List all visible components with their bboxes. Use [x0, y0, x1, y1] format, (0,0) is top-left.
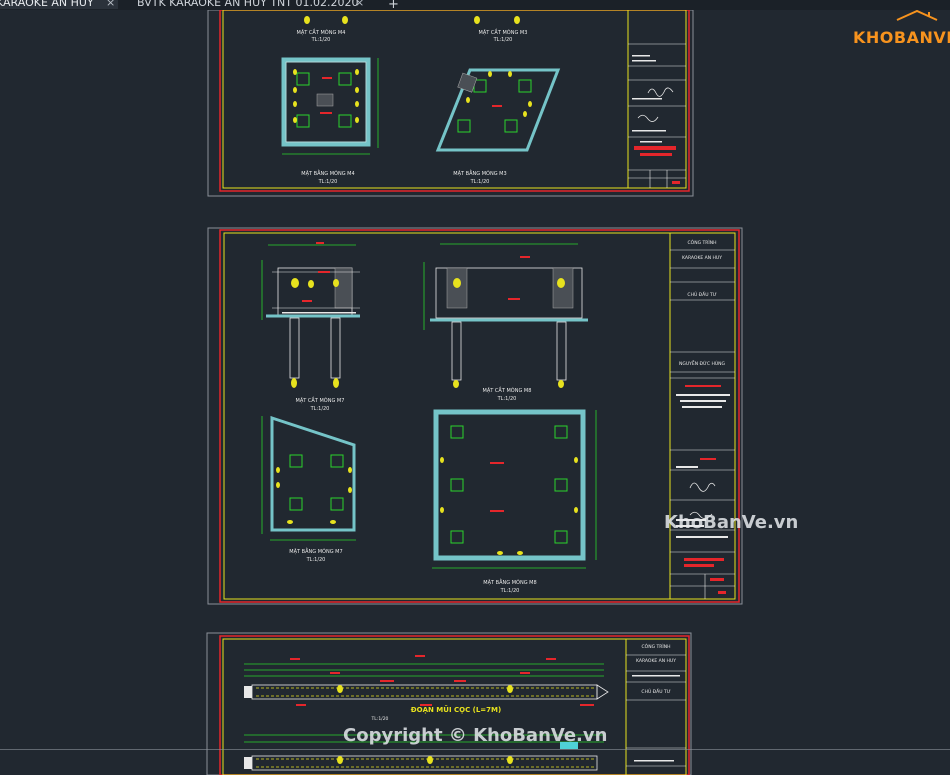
tb3-project-name: KARAOKE AN HUY	[636, 658, 676, 664]
sheet-2: CÔNG TRÌNH KARAOKE AN HUY CHỦ ĐẦU TƯ NGU…	[207, 227, 743, 605]
watermark-bottom: Copyright © KhoBanVe.vn	[343, 725, 608, 746]
scale-plan-m7: TL:1/20	[306, 557, 326, 563]
tab-label: KARAOKE AN HUY	[0, 0, 94, 9]
title-section-m8: MẶT CẮT MÓNG M8	[483, 386, 532, 394]
tab-bar: KARAOKE AN HUY × BVTK KARAOKE AN HUY TNT…	[0, 0, 950, 12]
scale-plan-m8: TL:1/20	[500, 588, 520, 594]
scale-section-m3: TL:1/20	[493, 37, 513, 43]
tab-bvtk-karaoke[interactable]: BVTK KARAOKE AN HUY TNT 01.02.2020 ×	[137, 0, 377, 9]
tb2-project-label: CÔNG TRÌNH	[688, 239, 717, 246]
tb3-owner-label: CHỦ ĐẦU TƯ	[641, 687, 670, 695]
title-plan-m8: MẶT BẰNG MÓNG M8	[483, 578, 536, 586]
pile-title: ĐOẠN MŨI CỌC (L=7M)	[411, 705, 501, 714]
title-section-m4: MẶT CẮT MÓNG M4	[297, 28, 346, 36]
pile-scale: TL:1/20	[371, 716, 389, 722]
tab-label: BVTK KARAOKE AN HUY TNT 01.02.2020	[137, 0, 359, 9]
sheet-1: MẶT CẮT MÓNG M4 TL:1/20 MẶT CẮT MÓNG M3 …	[207, 10, 694, 197]
title-plan-m4: MẶT BẰNG MÓNG M4	[301, 169, 354, 177]
scale-section-m7: TL:1/20	[310, 406, 330, 412]
tb2-owner-name: NGUYỄN ĐỨC HÙNG	[679, 359, 725, 367]
tab-close-icon[interactable]: ×	[106, 0, 115, 9]
title-plan-m7: MẶT BẰNG MÓNG M7	[289, 547, 342, 555]
watermark-middle: KhoBanVe.vn	[664, 512, 799, 533]
scale-section-m4: TL:1/20	[311, 37, 331, 43]
title-plan-m3: MẶT BẰNG MÓNG M3	[453, 169, 506, 177]
logo-text: KHOBANVE	[853, 28, 950, 47]
scale-plan-m4: TL:1/20	[318, 179, 338, 185]
tb2-owner-label: CHỦ ĐẦU TƯ	[687, 290, 716, 298]
title-section-m7: MẶT CẮT MÓNG M7	[296, 396, 345, 404]
scale-section-m8: TL:1/20	[497, 396, 517, 402]
divider-line	[0, 749, 950, 750]
cad-canvas[interactable]: MẶT CẮT MÓNG M4 TL:1/20 MẶT CẮT MÓNG M3 …	[0, 10, 950, 775]
tb3-project-label: CÔNG TRÌNH	[642, 643, 671, 650]
tab-karaoke-an-huy[interactable]: KARAOKE AN HUY ×	[0, 0, 118, 9]
title-section-m3: MẶT CẮT MÓNG M3	[479, 28, 528, 36]
scale-plan-m3: TL:1/20	[470, 179, 490, 185]
khobanve-logo: KHOBANVE	[853, 9, 950, 52]
tb2-project-name: KARAOKE AN HUY	[682, 255, 722, 261]
tab-close-icon[interactable]: ×	[355, 0, 364, 9]
sheet-3: CÔNG TRÌNH KARAOKE AN HUY CHỦ ĐẦU TƯ ĐOẠ…	[206, 632, 692, 775]
